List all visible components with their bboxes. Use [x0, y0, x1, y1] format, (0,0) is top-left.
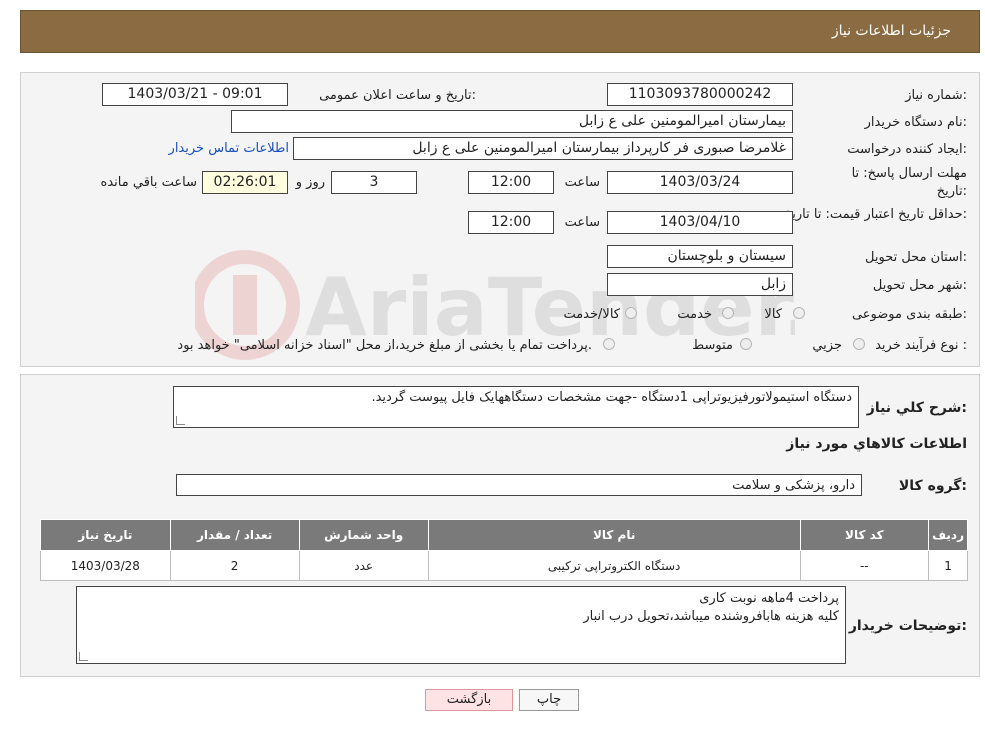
resize-grip-icon[interactable] [176, 416, 185, 425]
cell-unit: عدد [298, 550, 429, 581]
cell-date: 1403/03/28 [40, 550, 171, 581]
treasury-payment-checkbox[interactable] [603, 338, 615, 350]
resize-grip-icon[interactable] [79, 652, 88, 661]
group-label: گروه كالا: [898, 478, 967, 494]
remaining-time-field: 02:26:01 [202, 171, 288, 194]
deadline-label: مهلت ارسال پاسخ: تا تاریخ: [851, 166, 967, 199]
validity-time-label: ساعت [564, 215, 600, 230]
col-qty-header: تعداد / مقدار [169, 519, 300, 551]
category-radio-service[interactable] [722, 307, 734, 319]
buyer-org-label: نام دستگاه خریدار: [864, 115, 967, 130]
col-code-header: كد كالا [799, 519, 930, 551]
need-number-label: شماره نیاز: [905, 88, 967, 103]
col-name-header: نام كالا [427, 519, 801, 551]
buyer-contact-link[interactable]: اطلاعات تماس خریدار [169, 141, 289, 156]
table-row: 1 -- دستگاه الکتروتراپی ترکیبی عدد 2 140… [40, 550, 968, 581]
col-unit-header: واحد شمارش [298, 519, 429, 551]
col-date-header: تاريخ نياز [40, 519, 171, 551]
deadline-date-field: 1403/03/24 [607, 171, 793, 194]
group-field: دارو، پزشکی و سلامت [176, 474, 862, 496]
category-option-service: خدمت [677, 307, 712, 322]
category-option-goods-service: کالا/خدمت [563, 307, 620, 322]
summary-label: شرح كلي نياز: [866, 400, 967, 416]
buyer-notes-label: توضیحات خریدار: [848, 618, 967, 634]
cell-qty: 2 [169, 550, 300, 581]
table-header-row: رديف كد كالا نام كالا واحد شمارش تعداد /… [40, 519, 968, 551]
category-option-goods: کالا [764, 307, 782, 322]
process-option-medium: متوسط [692, 338, 733, 353]
validity-time-field: 12:00 [468, 211, 554, 234]
print-button[interactable]: چاپ [519, 689, 579, 711]
process-radio-minor[interactable] [853, 338, 865, 350]
summary-text: دستگاه استیمولاتورفیزیوتراپی 1دستگاه -جه… [371, 390, 852, 405]
buyer-notes-line-1: پرداخت 4ماهه نوبت کاری [699, 591, 839, 606]
cell-code: -- [799, 550, 930, 581]
days-field: 3 [331, 171, 417, 194]
announce-field: 1403/03/21 - 09:01 [102, 83, 288, 106]
category-label: طبقه بندی موضوعی: [851, 307, 967, 322]
province-label: استان محل تحویل: [865, 250, 967, 265]
col-row-header: رديف [928, 519, 968, 551]
remaining-label: ساعت باقي مانده [100, 175, 197, 190]
cell-row: 1 [928, 550, 968, 581]
category-radio-goods-service[interactable] [625, 307, 637, 319]
back-button[interactable]: بازگشت [425, 689, 513, 711]
category-radio-goods[interactable] [793, 307, 805, 319]
items-table: رديف كد كالا نام كالا واحد شمارش تعداد /… [40, 519, 968, 581]
items-heading: اطلاعات كالاهاي مورد نياز [786, 436, 967, 452]
page-header: جزئیات اطلاعات نیاز [20, 10, 980, 53]
page-title: جزئیات اطلاعات نیاز [831, 23, 951, 39]
cell-name: دستگاه الکتروتراپی ترکیبی [427, 550, 801, 581]
process-radio-medium[interactable] [740, 338, 752, 350]
summary-textarea[interactable]: دستگاه استیمولاتورفیزیوتراپی 1دستگاه -جه… [173, 386, 859, 428]
need-number-field: 1103093780000242 [607, 83, 793, 106]
buyer-notes-line-2: کلیه هزینه هابافروشنده میباشد،تحویل درب … [583, 609, 839, 624]
buyer-notes-textarea[interactable]: پرداخت 4ماهه نوبت کاری کلیه هزینه هابافر… [76, 586, 846, 664]
announce-label: تاریخ و ساعت اعلان عمومی: [319, 88, 476, 103]
validity-date-field: 1403/04/10 [607, 211, 793, 234]
payment-note: پرداخت تمام یا بخشی از مبلغ خرید،از محل … [177, 338, 592, 353]
creator-field: غلامرضا صبوری فر کارپرداز بیمارستان امیر… [293, 137, 793, 160]
process-label: نوع فرآیند خرید : [875, 338, 967, 353]
days-label: روز و [295, 175, 325, 190]
province-field: سیستان و بلوچستان [607, 245, 793, 268]
deadline-time-field: 12:00 [468, 171, 554, 194]
process-option-minor: جزیي [812, 338, 842, 353]
creator-label: ایجاد کننده درخواست: [847, 142, 967, 157]
city-field: زابل [607, 273, 793, 296]
city-label: شهر محل تحویل: [872, 278, 967, 293]
deadline-time-label: ساعت [564, 175, 600, 190]
buyer-org-field: بیمارستان امیرالمومنین علی ع زابل [231, 110, 793, 133]
validity-label: حداقل تاریخ اعتبار قیمت: تا تاریخ: [783, 207, 967, 222]
